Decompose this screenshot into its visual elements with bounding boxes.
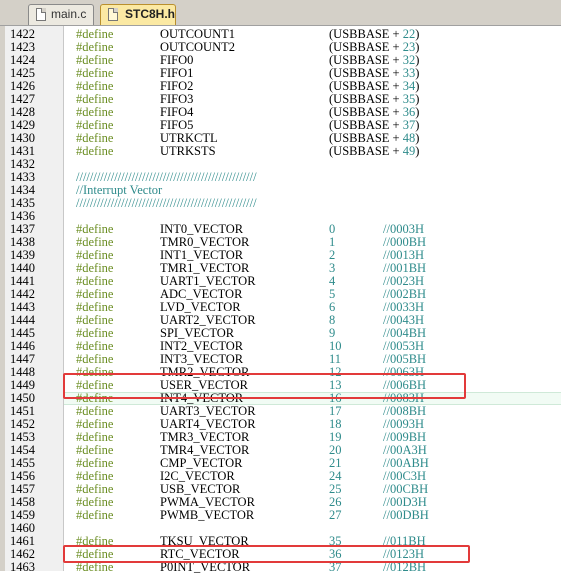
value-number: 37	[402, 118, 416, 132]
value-number: 32	[402, 53, 416, 67]
value-number: 49	[402, 144, 416, 158]
macro-value: (USBBASE + 49)	[329, 145, 419, 158]
tab-label: STC8H.h	[125, 7, 176, 21]
value-number: 34	[402, 79, 416, 93]
file-icon	[108, 8, 118, 21]
value-number: 48	[402, 131, 416, 145]
value-suffix: )	[415, 53, 420, 67]
value-number: 33	[402, 66, 416, 80]
comment-text: ////////////////////////////////////////…	[76, 196, 257, 210]
editor-tab-bar: main.c STC8H.h	[0, 0, 561, 26]
value-number: 23	[402, 40, 416, 54]
value-number: 35	[402, 92, 416, 106]
define-keyword: #define	[76, 144, 114, 158]
vector-address-comment: //00DBH	[383, 508, 429, 522]
macro-name: PWMB_VECTOR	[160, 508, 255, 522]
value-prefix: (USBBASE +	[329, 53, 403, 67]
value-suffix: )	[415, 27, 420, 41]
tab-stc8h-h[interactable]: STC8H.h	[100, 4, 176, 25]
value-prefix: (USBBASE +	[329, 131, 403, 145]
file-icon	[36, 8, 46, 21]
value-suffix: )	[415, 118, 420, 132]
tab-main-c[interactable]: main.c	[28, 4, 94, 25]
code-line: 1431 #define UTRKSTS (USBBASE + 49)	[0, 145, 561, 158]
macro-name: UTRKSTS	[160, 144, 216, 158]
code-editor[interactable]: 1422 #define OUTCOUNT1 (USBBASE + 22) 1423 #d…	[0, 28, 561, 574]
value-prefix: (USBBASE +	[329, 92, 403, 106]
vector-number: 27	[329, 508, 342, 522]
line-number: 1463	[10, 560, 35, 574]
value-prefix: (USBBASE +	[329, 105, 403, 119]
tab-label: main.c	[51, 7, 87, 21]
highlight-box-rtc-vector	[63, 545, 470, 563]
value-suffix: )	[415, 105, 420, 119]
value-suffix: )	[415, 79, 420, 93]
define-keyword: #define	[76, 508, 114, 522]
value-prefix: (USBBASE +	[329, 66, 403, 80]
value-prefix: (USBBASE +	[329, 40, 403, 54]
value-prefix: (USBBASE +	[329, 118, 403, 132]
value-prefix: (USBBASE +	[329, 144, 403, 158]
value-suffix: )	[415, 131, 420, 145]
value-suffix: )	[415, 144, 420, 158]
value-suffix: )	[415, 40, 420, 54]
value-number: 36	[402, 105, 416, 119]
value-suffix: )	[415, 66, 420, 80]
value-prefix: (USBBASE +	[329, 27, 403, 41]
highlight-box-user-vector	[63, 373, 466, 399]
value-number: 22	[402, 27, 416, 41]
value-prefix: (USBBASE +	[329, 79, 403, 93]
code-line: 1459 #define PWMB_VECTOR 27//00DBH	[0, 509, 561, 522]
code-line: 1435////////////////////////////////////…	[0, 197, 561, 210]
value-suffix: )	[415, 92, 420, 106]
